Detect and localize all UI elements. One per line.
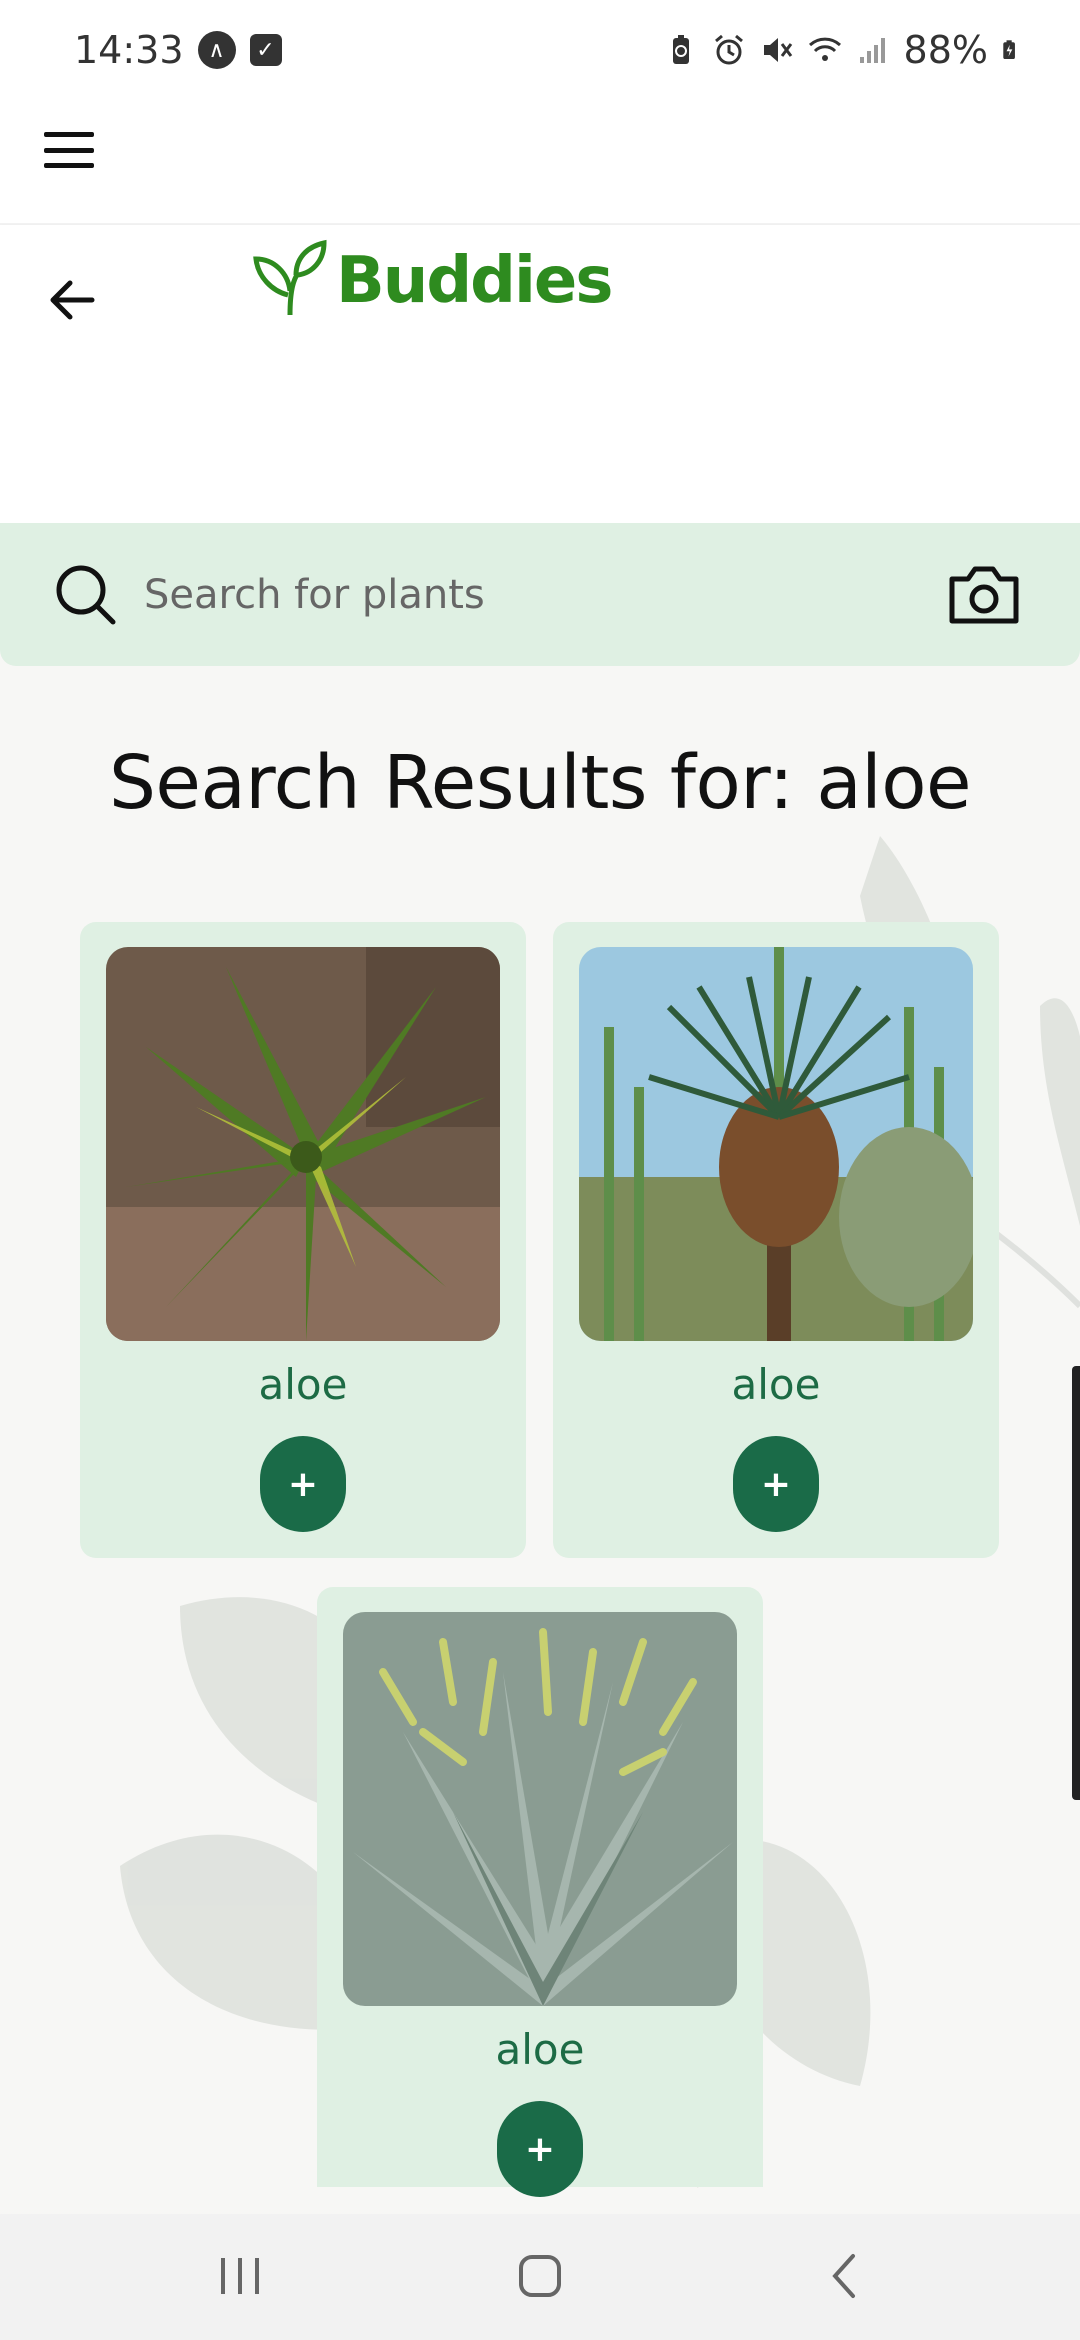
search-icon [56, 565, 116, 625]
home-icon[interactable] [505, 2246, 575, 2306]
status-right: 88% [664, 28, 1024, 72]
status-bar: 14:33 ∧ ✓ 88% [0, 0, 1080, 100]
wifi-icon [808, 37, 841, 61]
logo: Buddies [252, 239, 613, 319]
plant-name: aloe [258, 1360, 348, 1409]
mute-icon [763, 38, 792, 62]
edge-panel-handle[interactable] [1072, 1366, 1080, 1800]
search-bar [0, 523, 1080, 666]
signal-icon [859, 38, 885, 63]
logo-text: Buddies [336, 244, 613, 318]
navigation-bar [0, 2214, 1080, 2340]
status-left: 14:33 ∧ ✓ [74, 28, 282, 72]
search-input[interactable] [144, 561, 904, 629]
plant-image [579, 947, 973, 1341]
back-arrow-icon[interactable] [44, 265, 104, 335]
results-title: Search Results for: aloe [108, 740, 972, 826]
plant-image [343, 1612, 737, 2006]
battery-saver-icon [672, 35, 689, 64]
top-app-bar [0, 100, 1080, 224]
plant-card[interactable]: aloe + [80, 922, 526, 1558]
menu-icon[interactable] [44, 130, 94, 170]
add-plant-button[interactable]: + [733, 1436, 819, 1532]
add-plant-button[interactable]: + [497, 2101, 583, 2197]
plant-card[interactable]: aloe + [553, 922, 999, 1558]
plant-name: aloe [731, 1360, 821, 1409]
recent-apps-icon[interactable] [205, 2246, 275, 2306]
header: Buddies [0, 225, 1080, 523]
alarm-icon [714, 34, 743, 65]
add-plant-button[interactable]: + [260, 1436, 346, 1532]
back-icon[interactable] [810, 2246, 880, 2306]
leaf-logo-icon [253, 239, 327, 316]
camera-icon[interactable] [944, 559, 1024, 629]
plant-image [106, 947, 500, 1341]
status-time: 14:33 [74, 28, 184, 72]
battery-charging-icon [1003, 40, 1015, 60]
assistant-icon: ∧ [197, 31, 236, 69]
checkbox-icon: ✓ [249, 34, 282, 66]
plant-name: aloe [495, 2025, 585, 2074]
battery-percent: 88% [903, 28, 988, 72]
plant-card[interactable]: aloe + [317, 1587, 763, 2197]
